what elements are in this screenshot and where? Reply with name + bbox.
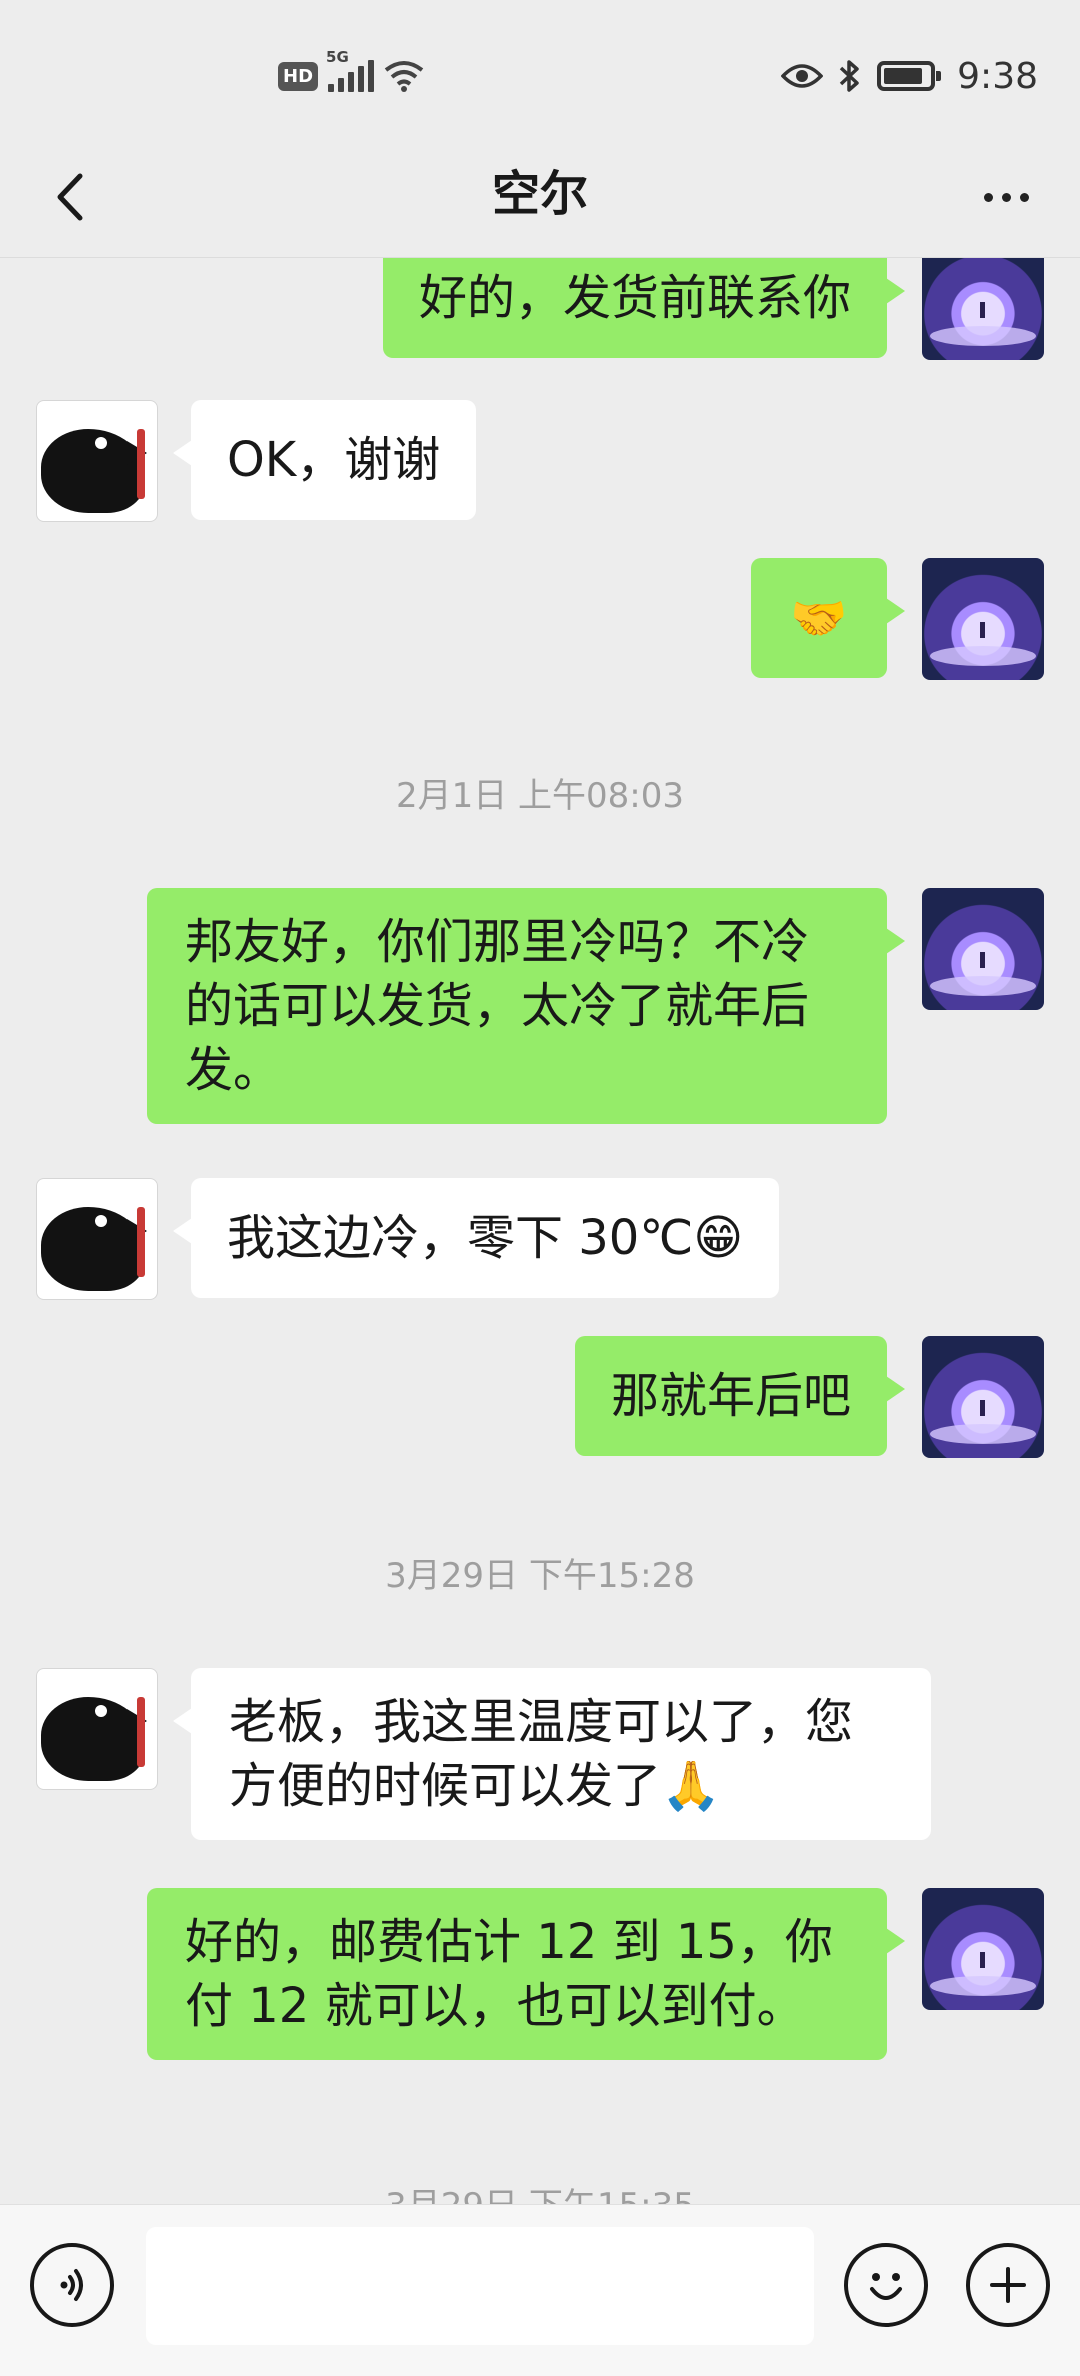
handshake-emoji: 🤝 (790, 591, 848, 645)
hd-badge: HD (278, 61, 319, 91)
message-bubble-incoming[interactable]: 老板，我这里温度可以了，您 方便的时候可以发了🙏 (173, 1668, 931, 1840)
chat-title: 空尔 (491, 165, 588, 222)
voice-button[interactable] (30, 2243, 114, 2327)
message-line: 方便的时候可以发了🙏 (229, 1758, 721, 1814)
self-avatar[interactable] (922, 1888, 1044, 2010)
emoji-button[interactable] (844, 2243, 928, 2327)
message-timestamp: 3月29日 下午15:28 (385, 1556, 695, 1596)
message-timestamp: 3月29日 下午15:35 (0, 2178, 1080, 2204)
status-bar: HD 5G 9:38 (0, 0, 1080, 140)
message-text: 好的，发货前联系你 (418, 270, 851, 326)
message-bubble-incoming[interactable]: 我这边冷，零下 30℃😁 (172, 1178, 780, 1298)
message-input[interactable] (146, 2227, 814, 2345)
message-bubble-incoming[interactable]: OK，谢谢 (172, 400, 477, 520)
message-text: 我这边冷，零下 30℃😁 (227, 1210, 744, 1266)
message-line: 的话可以发货，太冷了就年后 (185, 978, 810, 1034)
message-line: 邦友好，你们那里冷吗？不冷 (185, 914, 810, 970)
status-bar-right: 9:38 (781, 50, 1038, 102)
bluetooth-icon (839, 60, 859, 92)
self-avatar[interactable] (922, 558, 1044, 680)
message-line: 老板，我这里温度可以了，您 (229, 1694, 854, 1750)
status-bar-left: HD 5G (278, 48, 424, 96)
eye-icon (781, 64, 824, 88)
emoji-icon (870, 2273, 902, 2300)
contact-avatar[interactable] (36, 400, 158, 522)
message-bubble-outgoing[interactable]: 好的，发货前联系你 (382, 258, 906, 358)
message-text: OK，谢谢 (227, 432, 441, 488)
plus-icon (990, 2267, 1026, 2303)
message-bubble-outgoing[interactable]: 那就年后吧 (574, 1336, 906, 1456)
message-list[interactable]: 好的，发货前联系你 OK，谢谢 🤝 2月1日 上午08:03 邦友好，你们那里冷… (0, 258, 1080, 2204)
network-label: 5G (326, 48, 349, 66)
message-timestamp: 2月1日 上午08:03 (395, 776, 685, 816)
signal-icon: 5G (326, 48, 375, 92)
contact-avatar[interactable] (36, 1668, 158, 1790)
message-line: 付 12 就可以，也可以到付。 (185, 1978, 805, 2034)
input-bar (0, 2204, 1080, 2376)
message-bubble-outgoing[interactable]: 🤝 (751, 558, 905, 678)
battery-icon (877, 61, 942, 91)
chat-header: 空尔 (0, 140, 1080, 258)
contact-avatar[interactable] (36, 1178, 158, 1300)
more-icon (983, 192, 993, 202)
message-bubble-outgoing[interactable]: 邦友好，你们那里冷吗？不冷 的话可以发货，太冷了就年后 发。 (147, 888, 905, 1124)
more-features-button[interactable] (966, 2243, 1050, 2327)
self-avatar[interactable] (922, 1336, 1044, 1458)
self-avatar[interactable] (922, 258, 1044, 360)
message-bubble-outgoing[interactable]: 好的，邮费估计 12 到 15，你 付 12 就可以，也可以到付。 (147, 1888, 905, 2060)
voice-icon (60, 2269, 83, 2301)
wifi-icon (384, 61, 424, 92)
clock: 9:38 (957, 55, 1038, 97)
message-line: 好的，邮费估计 12 到 15，你 (185, 1914, 833, 1970)
more-button[interactable] (968, 162, 1044, 232)
message-text: 那就年后吧 (610, 1368, 851, 1424)
message-line: 发。 (185, 1042, 282, 1098)
self-avatar[interactable] (922, 888, 1044, 1010)
